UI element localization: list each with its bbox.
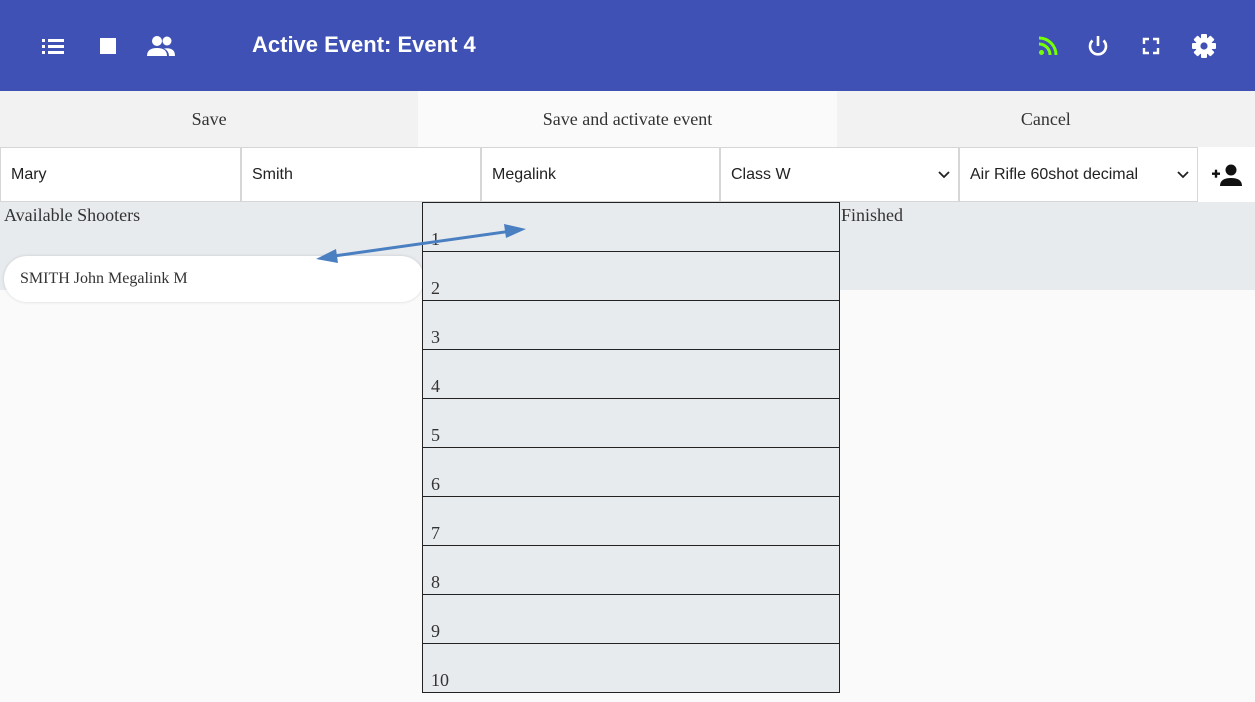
drag-arrow-annotation: [316, 224, 526, 263]
